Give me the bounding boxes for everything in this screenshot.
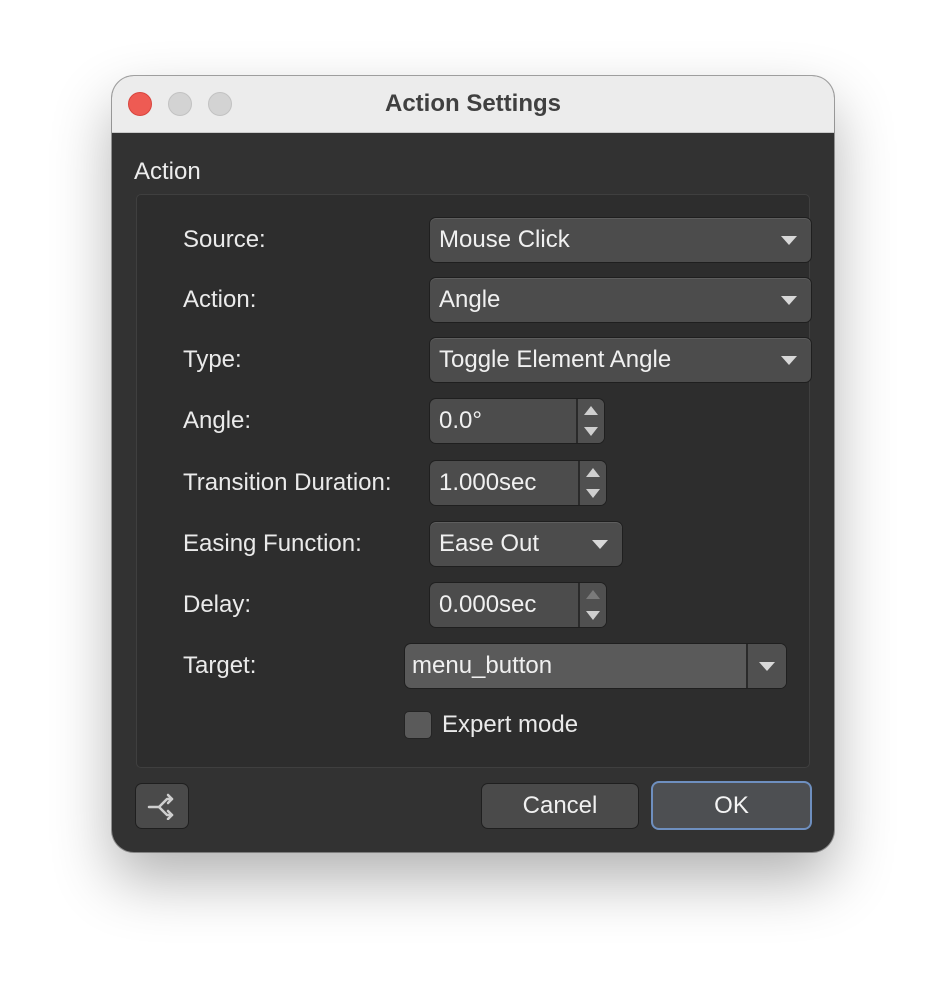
- cancel-button[interactable]: Cancel: [482, 784, 638, 828]
- expert-mode-checkbox[interactable]: [405, 712, 431, 738]
- target-label: Target:: [183, 652, 257, 679]
- delay-spinbox[interactable]: 0.000sec: [430, 583, 606, 627]
- type-label: Type:: [183, 346, 242, 373]
- merge-arrows-icon: [147, 793, 174, 820]
- transition-duration-spinbox[interactable]: 1.000sec: [430, 461, 606, 505]
- action-label: Action:: [183, 286, 257, 313]
- stepper-up-icon[interactable]: [586, 468, 600, 477]
- easing-function-value: Ease Out: [439, 530, 540, 557]
- chevron-down-icon: [781, 236, 797, 245]
- source-value: Mouse Click: [439, 226, 570, 253]
- action-value: Angle: [439, 286, 501, 313]
- transition-duration-stepper[interactable]: [578, 461, 606, 505]
- chevron-down-icon: [781, 296, 797, 305]
- expert-mode-label[interactable]: Expert mode: [442, 710, 578, 740]
- chevron-down-icon: [759, 662, 775, 671]
- angle-label: Angle:: [183, 407, 252, 434]
- transition-duration-label: Transition Duration:: [183, 469, 392, 496]
- angle-value: 0.0°: [439, 407, 482, 434]
- stepper-down-icon[interactable]: [584, 427, 598, 436]
- type-value: Toggle Element Angle: [439, 346, 672, 373]
- stepper-down-icon[interactable]: [586, 611, 600, 620]
- window-title: Action Settings: [384, 90, 561, 117]
- section-label-action: Action: [134, 158, 201, 185]
- delay-label: Delay:: [183, 591, 252, 618]
- angle-stepper[interactable]: [576, 399, 604, 443]
- stepper-down-icon[interactable]: [586, 489, 600, 498]
- ok-button[interactable]: OK: [653, 783, 810, 828]
- chevron-down-icon: [781, 356, 797, 365]
- target-value[interactable]: menu_button: [412, 651, 552, 681]
- merge-tool-button[interactable]: [136, 784, 188, 828]
- action-dropdown[interactable]: Angle: [430, 278, 811, 322]
- chevron-down-icon: [592, 540, 608, 549]
- delay-stepper[interactable]: [578, 583, 606, 627]
- target-combobox[interactable]: menu_button: [405, 644, 786, 688]
- source-label: Source:: [183, 226, 266, 253]
- target-dropdown-button[interactable]: [746, 644, 786, 688]
- stepper-up-icon[interactable]: [584, 406, 598, 415]
- angle-spinbox[interactable]: 0.0°: [430, 399, 604, 443]
- delay-value: 0.000sec: [439, 591, 537, 618]
- stepper-up-icon[interactable]: [586, 590, 600, 599]
- source-dropdown[interactable]: Mouse Click: [430, 218, 811, 262]
- action-settings-dialog: Action Settings Action Source: Mouse Cli…: [112, 76, 834, 852]
- transition-duration-value: 1.000sec: [439, 469, 537, 496]
- easing-function-dropdown[interactable]: Ease Out: [430, 522, 622, 566]
- easing-function-label: Easing Function:: [183, 530, 362, 557]
- type-dropdown[interactable]: Toggle Element Angle: [430, 338, 811, 382]
- title-bar[interactable]: Action Settings: [112, 76, 834, 133]
